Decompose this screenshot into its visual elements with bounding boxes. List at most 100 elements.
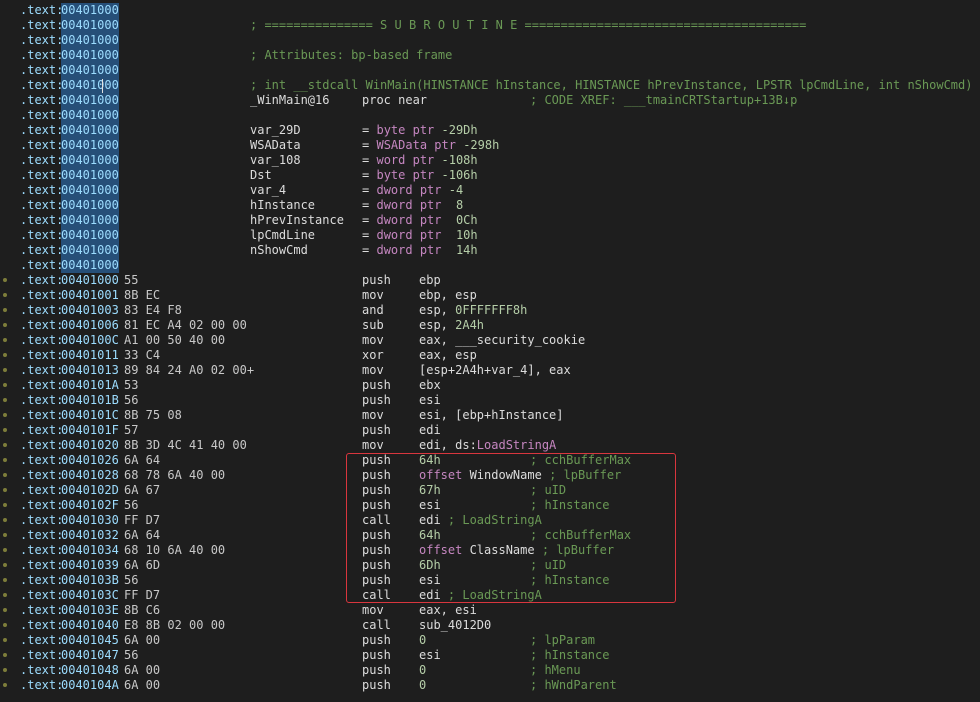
- breakpoint-dot-icon[interactable]: [3, 638, 7, 642]
- address[interactable]: 00401000: [61, 123, 119, 138]
- breakpoint-dot-icon[interactable]: [3, 353, 7, 357]
- code-line[interactable]: .text: 00401000 nShowCmd = dword ptr 14h: [0, 243, 980, 258]
- operand[interactable]: sub_4012D0: [419, 618, 491, 632]
- address[interactable]: 00401045: [61, 633, 119, 648]
- code-line[interactable]: .text: 00401000: [0, 108, 980, 123]
- address[interactable]: 00401011: [61, 348, 119, 363]
- code-line[interactable]: .text: 00401000: [0, 258, 980, 273]
- code-line[interactable]: .text: 00401040 E8 8B 02 00 00 call sub_4012…: [0, 618, 980, 633]
- code-line[interactable]: .text: 0040102F 56 push esi ; hInstance: [0, 498, 980, 513]
- code-line[interactable]: .text: 00401000 var_108 = word ptr -108h: [0, 153, 980, 168]
- breakpoint-dot-icon[interactable]: [3, 458, 7, 462]
- var-name[interactable]: Dst: [250, 168, 272, 183]
- mnemonic[interactable]: push: [362, 528, 391, 543]
- address[interactable]: 00401026: [61, 453, 119, 468]
- address[interactable]: 00401020: [61, 438, 119, 453]
- operand[interactable]: esp,: [419, 303, 455, 317]
- mnemonic[interactable]: and: [362, 303, 384, 318]
- address[interactable]: 00401000: [61, 168, 119, 183]
- mnemonic[interactable]: push: [362, 273, 391, 288]
- operand[interactable]: edi: [419, 588, 441, 602]
- breakpoint-dot-icon[interactable]: [3, 503, 7, 507]
- address[interactable]: 00401040: [61, 618, 119, 633]
- var-name[interactable]: WSAData: [250, 138, 301, 153]
- address[interactable]: 00401000: [61, 198, 119, 213]
- code-line[interactable]: .text: 0040101B 56 push esi: [0, 393, 980, 408]
- operands[interactable]: esi: [419, 648, 441, 663]
- code-line[interactable]: .text: 00401000 var_29D = byte ptr -29Dh: [0, 123, 980, 138]
- address[interactable]: 00401000: [61, 108, 119, 123]
- code-line[interactable]: .text: 00401030 FF D7 call edi ; LoadStringA: [0, 513, 980, 528]
- proc-label[interactable]: _WinMain@16: [250, 93, 329, 108]
- breakpoint-dot-icon[interactable]: [3, 443, 7, 447]
- breakpoint-dot-icon[interactable]: [3, 563, 7, 567]
- address[interactable]: 00401000: [61, 243, 119, 258]
- operands[interactable]: eax, esp: [419, 348, 477, 363]
- operand[interactable]: [esp+2A4h+var_4], eax: [419, 363, 571, 377]
- code-line[interactable]: .text: 0040102D 6A 67 push 67h ; uID: [0, 483, 980, 498]
- operands[interactable]: edi ; LoadStringA: [419, 588, 542, 603]
- address[interactable]: 00401000: [61, 258, 119, 273]
- mnemonic[interactable]: push: [362, 678, 391, 693]
- breakpoint-dot-icon[interactable]: [3, 413, 7, 417]
- code-line[interactable]: .text: 00401000 Dst = byte ptr -106h: [0, 168, 980, 183]
- mnemonic[interactable]: push: [362, 543, 391, 558]
- code-line[interactable]: .text: 0040100C A1 00 50 40 00 mov eax, ___s…: [0, 333, 980, 348]
- operand[interactable]: edi: [419, 513, 441, 527]
- code-line[interactable]: .text: 00401020 8B 3D 4C 41 40 00 mov edi, d…: [0, 438, 980, 453]
- code-line[interactable]: .text: 0040101F 57 push edi: [0, 423, 980, 438]
- operands[interactable]: 6Dh: [419, 558, 441, 573]
- address[interactable]: 00401000: [61, 18, 119, 33]
- address[interactable]: 0040100C: [61, 333, 119, 348]
- breakpoint-dot-icon[interactable]: [3, 323, 7, 327]
- operands[interactable]: edi: [419, 423, 441, 438]
- code-line[interactable]: .text: 00401000 WSAData = WSAData ptr -298h: [0, 138, 980, 153]
- breakpoint-dot-icon[interactable]: [3, 608, 7, 612]
- code-line[interactable]: .text: 00401000 var_4 = dword ptr -4: [0, 183, 980, 198]
- operand[interactable]: eax, ___security_cookie: [419, 333, 585, 347]
- code-line[interactable]: .text: 00401048 6A 00 push 0 ; hMenu: [0, 663, 980, 678]
- code-line[interactable]: .text: 00401013 89 84 24 A0 02 00+ mov [esp+…: [0, 363, 980, 378]
- code-line[interactable]: .text: 00401000: [0, 33, 980, 48]
- code-line[interactable]: .text: 00401000 ; =============== S U B R …: [0, 18, 980, 33]
- operand[interactable]: eax, esi: [419, 603, 477, 617]
- address[interactable]: 00401000: [61, 183, 119, 198]
- address[interactable]: 00401006: [61, 318, 119, 333]
- operand[interactable]: edi: [419, 423, 441, 437]
- address[interactable]: 00401013: [61, 363, 119, 378]
- operands[interactable]: offset ClassName ; lpBuffer: [419, 543, 614, 558]
- code-line[interactable]: .text: 0040104A 6A 00 push 0 ; hWndParent: [0, 678, 980, 693]
- xref-comment[interactable]: ; CODE XREF: ___tmainCRTStartup+13B↓p: [530, 93, 797, 108]
- breakpoint-dot-icon[interactable]: [3, 308, 7, 312]
- operands[interactable]: esi, [ebp+hInstance]: [419, 408, 564, 423]
- mnemonic[interactable]: push: [362, 468, 391, 483]
- operands[interactable]: eax, ___security_cookie: [419, 333, 585, 348]
- mnemonic[interactable]: call: [362, 588, 391, 603]
- code-line[interactable]: .text: 00401039 6A 6D push 6Dh ; uID: [0, 558, 980, 573]
- operands[interactable]: esi: [419, 573, 441, 588]
- address[interactable]: 0040103E: [61, 603, 119, 618]
- operands[interactable]: esp, 2A4h: [419, 318, 484, 333]
- code-line[interactable]: .text: 00401000 lpCmdLine = dword ptr 10h: [0, 228, 980, 243]
- address[interactable]: 0040104A: [61, 678, 119, 693]
- address[interactable]: 0040101A: [61, 378, 119, 393]
- address[interactable]: 0040103B: [61, 573, 119, 588]
- code-line[interactable]: .text: 00401000 ; Attributes: bp-based fra…: [0, 48, 980, 63]
- operands[interactable]: 64h: [419, 453, 441, 468]
- address[interactable]: 00401000: [61, 48, 119, 63]
- operands[interactable]: esp, 0FFFFFFF8h: [419, 303, 527, 318]
- address[interactable]: 00401047: [61, 648, 119, 663]
- mnemonic[interactable]: mov: [362, 363, 384, 378]
- code-line[interactable]: .text: 00401026 6A 64 push 64h ; cchBufferMax: [0, 453, 980, 468]
- code-line[interactable]: .text: 00401047 56 push esi ; hInstance: [0, 648, 980, 663]
- address[interactable]: 00401000: [61, 78, 119, 93]
- mnemonic[interactable]: push: [362, 378, 391, 393]
- breakpoint-dot-icon[interactable]: [3, 578, 7, 582]
- mnemonic[interactable]: push: [362, 498, 391, 513]
- address[interactable]: 00401000: [61, 63, 119, 78]
- code-line[interactable]: .text: 00401032 6A 64 push 64h ; cchBufferMax: [0, 528, 980, 543]
- address[interactable]: 00401039: [61, 558, 119, 573]
- code-line[interactable]: .text: 00401000 _WinMain@16 proc near ; CODE…: [0, 93, 980, 108]
- address[interactable]: 0040102F: [61, 498, 119, 513]
- code-line[interactable]: .text: 00401006 81 EC A4 02 00 00 sub esp, 2…: [0, 318, 980, 333]
